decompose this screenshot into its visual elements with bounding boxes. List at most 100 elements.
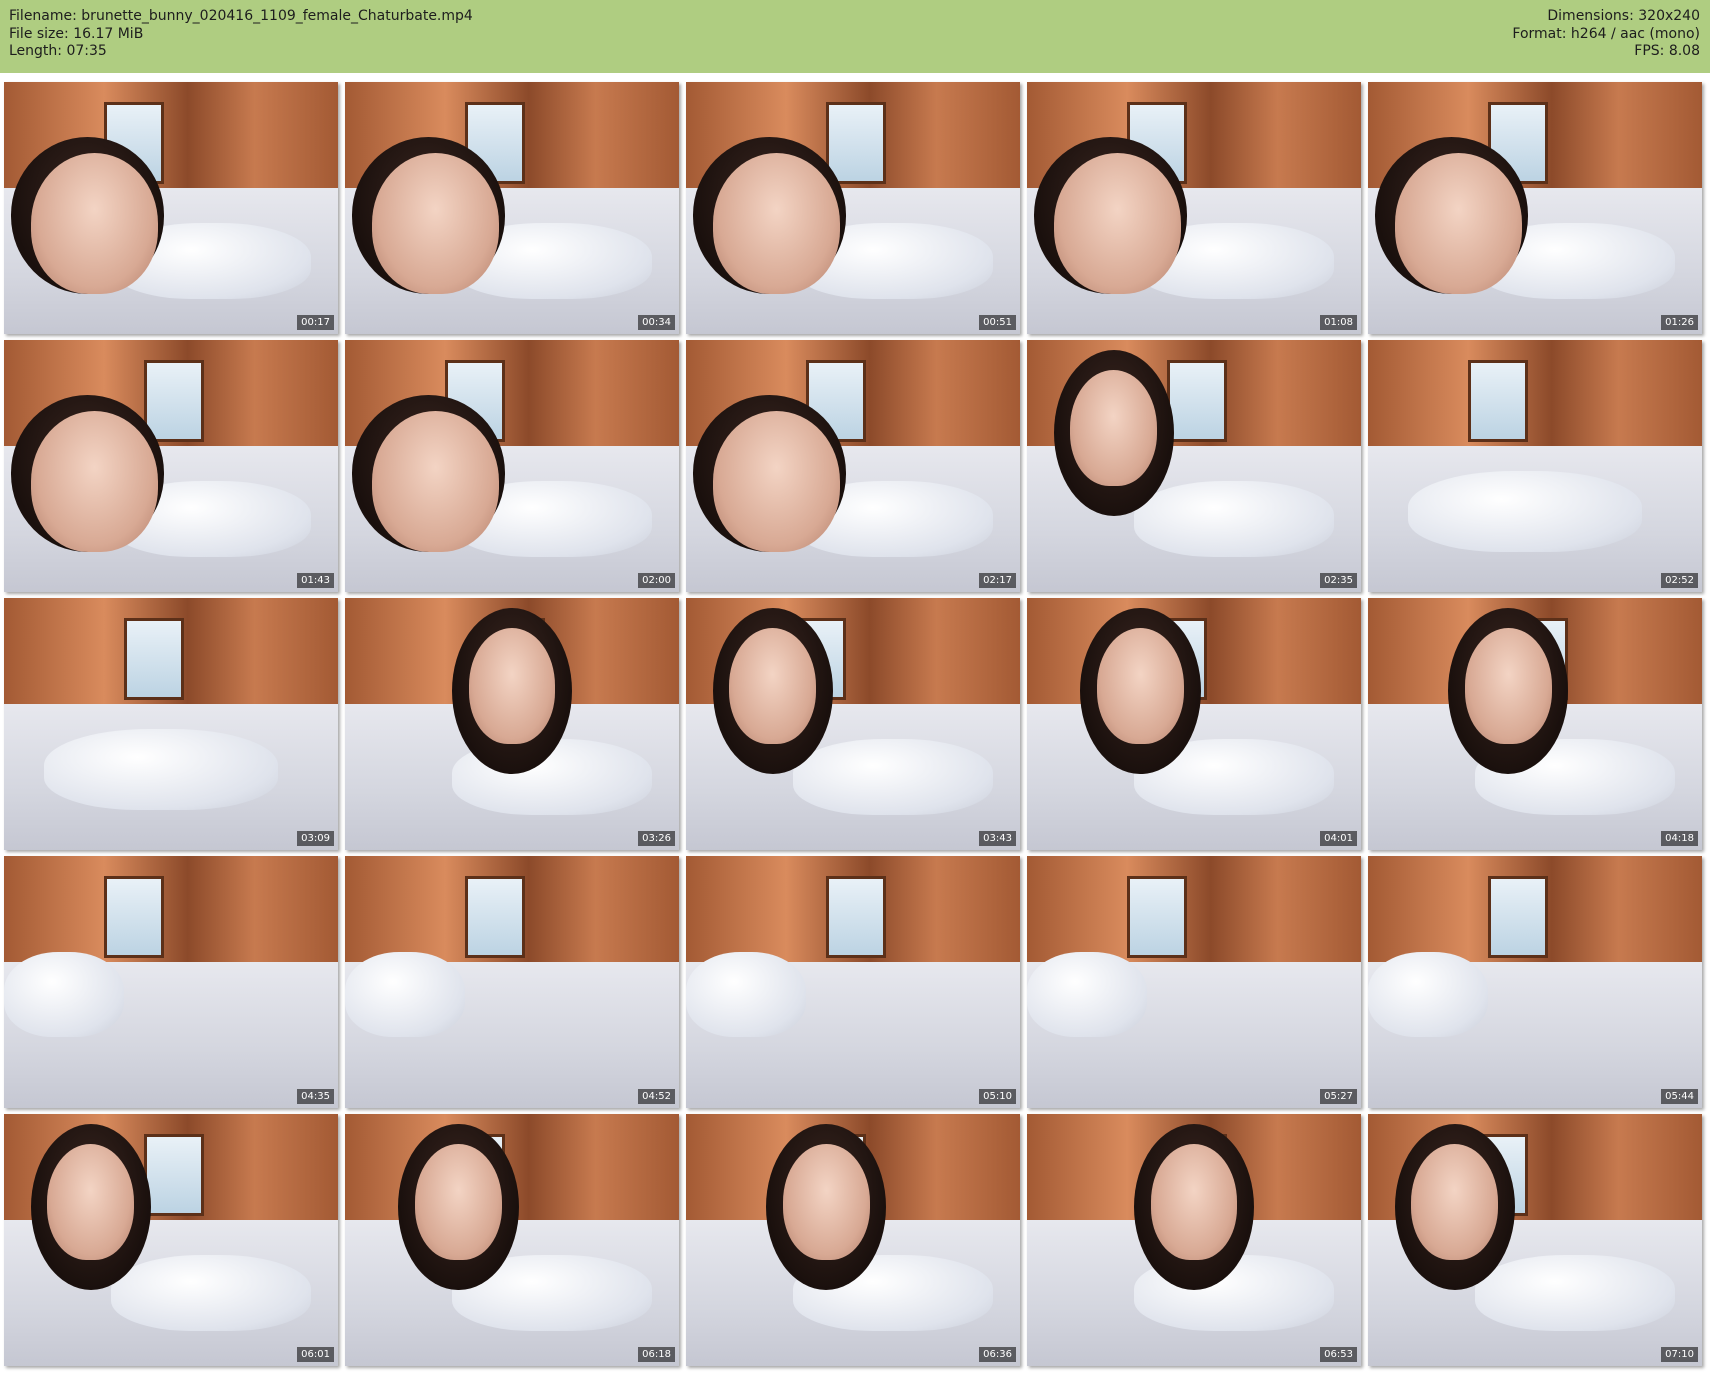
video-thumbnail: 02:17 [686,340,1020,592]
thumbnail-timestamp: 02:52 [1661,573,1698,588]
video-thumbnail: 04:18 [1368,598,1702,850]
video-thumbnail: 05:44 [1368,856,1702,1108]
length-label: Length: 07:35 [9,43,107,59]
thumbnail-pillow [4,951,125,1038]
thumbnail-timestamp: 03:43 [979,831,1016,846]
thumbnail-window [144,360,204,442]
video-thumbnail: 06:53 [1027,1114,1361,1366]
thumbnail-pillow [44,729,278,810]
thumbnail-timestamp: 04:01 [1320,831,1357,846]
thumbnail-pillow [1133,481,1335,557]
thumbnail-person [1070,370,1158,487]
video-thumbnail: 03:43 [686,598,1020,850]
thumbnail-person [47,1144,135,1261]
thumbnail-person [30,410,158,552]
video-thumbnail: 02:35 [1027,340,1361,592]
thumbnail-pillow [345,951,466,1038]
thumbnail-timestamp: 00:34 [638,315,675,330]
thumbnail-timestamp: 04:18 [1661,831,1698,846]
thumbnail-timestamp: 02:17 [979,573,1016,588]
thumbnail-pillow [686,951,807,1038]
thumbnail-timestamp: 03:26 [638,831,675,846]
video-thumbnail: 00:51 [686,82,1020,334]
thumbnail-window [826,876,886,958]
dimensions-label: Dimensions: 320x240 [1547,8,1700,24]
video-thumbnail: 05:27 [1027,856,1361,1108]
thumbnail-person [1464,628,1552,745]
thumbnail-timestamp: 05:27 [1320,1089,1357,1104]
thumbnail-timestamp: 00:17 [297,315,334,330]
thumbnail-timestamp: 01:08 [1320,315,1357,330]
thumbnail-person [1097,628,1184,745]
thumbnail-window [1468,360,1528,442]
thumbnail-timestamp: 02:00 [638,573,675,588]
video-thumbnail: 07:10 [1368,1114,1702,1366]
video-thumbnail: 01:43 [4,340,338,592]
thumbnail-timestamp: 01:26 [1661,315,1698,330]
thumbnail-timestamp: 06:01 [297,1347,334,1362]
video-thumbnail: 04:52 [345,856,679,1108]
thumbnail-pillow [110,1255,312,1331]
video-thumbnail: 04:01 [1027,598,1361,850]
thumbnail-timestamp: 00:51 [979,315,1016,330]
thumbnail-timestamp: 05:10 [979,1089,1016,1104]
thumbnail-person [371,410,499,552]
thumbnail-window [144,1134,204,1216]
thumbnail-timestamp: 01:43 [297,573,334,588]
fps-label: FPS: 8.08 [1634,43,1700,59]
thumbnail-person [712,410,840,552]
thumbnail-person [782,1144,870,1261]
thumbnail-timestamp: 06:53 [1320,1347,1357,1362]
thumbnail-person [30,152,158,294]
video-thumbnail: 06:36 [686,1114,1020,1366]
filename-label: Filename: brunette_bunny_020416_1109_fem… [9,8,473,24]
thumbnail-person [1411,1144,1499,1261]
thumbnail-person [729,628,817,745]
video-thumbnail: 03:26 [345,598,679,850]
thumbnail-pillow [1027,951,1148,1038]
thumbnail-pillow [1408,471,1642,552]
video-thumbnail: 00:17 [4,82,338,334]
thumbnail-person [1394,152,1522,294]
video-thumbnail: 05:10 [686,856,1020,1108]
thumbnail-timestamp: 02:35 [1320,573,1357,588]
video-thumbnail: 04:35 [4,856,338,1108]
video-thumbnail: 00:34 [345,82,679,334]
thumbnail-timestamp: 06:18 [638,1347,675,1362]
thumbnail-person [1053,152,1181,294]
thumbnail-person [371,152,499,294]
filesize-label: File size: 16.17 MiB [9,25,144,42]
thumbnail-timestamp: 04:35 [297,1089,334,1104]
thumbnail-timestamp: 04:52 [638,1089,675,1104]
thumbnail-timestamp: 05:44 [1661,1089,1698,1104]
info-left: Filename: brunette_bunny_020416_1109_fem… [9,8,473,61]
thumbnail-pillow [1474,1255,1676,1331]
video-thumbnail: 06:18 [345,1114,679,1366]
thumbnail-window [1127,876,1187,958]
video-thumbnail: 01:08 [1027,82,1361,334]
thumbnail-window [1167,360,1227,442]
video-thumbnail: 01:26 [1368,82,1702,334]
thumbnail-pillow [792,739,994,815]
video-thumbnail: 06:01 [4,1114,338,1366]
video-thumbnail: 02:00 [345,340,679,592]
format-label: Format: h264 / aac (mono) [1512,25,1700,42]
thumbnail-window [465,876,525,958]
thumbnail-window [826,102,886,184]
thumbnail-person [1150,1144,1238,1261]
thumbnail-timestamp: 07:10 [1661,1347,1698,1362]
thumbnail-background [1368,340,1702,454]
thumbnail-person [712,152,840,294]
thumbnail-person [468,628,556,745]
thumbnail-window [1488,876,1548,958]
info-header: Filename: brunette_bunny_020416_1109_fem… [0,0,1710,73]
info-right: Dimensions: 320x240 Format: h264 / aac (… [1512,8,1700,61]
thumbnail-window [124,618,184,700]
thumbnail-pillow [1368,951,1489,1038]
video-thumbnail: 02:52 [1368,340,1702,592]
thumbnail-window [104,876,164,958]
video-thumbnail: 03:09 [4,598,338,850]
thumbnail-grid: 00:17 00:34 00:51 01:08 01:26 01:43 02:00 02:17… [4,82,1702,1366]
thumbnail-timestamp: 06:36 [979,1347,1016,1362]
thumbnail-timestamp: 03:09 [297,831,334,846]
